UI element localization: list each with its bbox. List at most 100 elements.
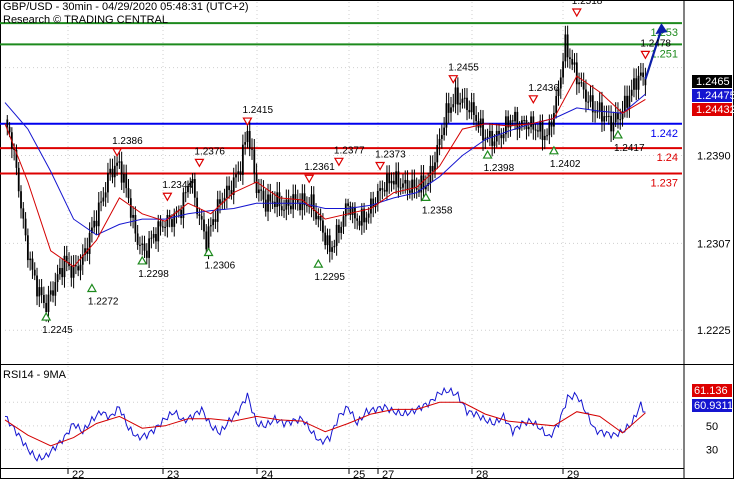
price-candle-body <box>578 82 580 85</box>
peak-marker <box>194 158 205 168</box>
price-candle-body <box>607 115 610 117</box>
price-candle-body <box>541 120 544 141</box>
price-candle-body <box>157 221 160 242</box>
price-candle-body <box>212 219 215 226</box>
price-candle-body <box>534 129 537 131</box>
price-candle-body <box>118 161 121 163</box>
price-candle-body <box>477 121 480 128</box>
price-candle-body <box>228 185 231 191</box>
price-candle-body <box>77 266 80 271</box>
price-candle-body <box>123 174 125 183</box>
price-candle-body <box>139 244 141 246</box>
price-candle-body <box>134 214 137 234</box>
price-candle-body <box>292 194 295 210</box>
price-candle-body <box>257 189 260 194</box>
price-candle-body <box>530 116 532 127</box>
price-candle-body <box>52 290 54 296</box>
price-candle-body <box>198 214 201 217</box>
price-candle-body <box>283 209 285 211</box>
price-tick-label: 1.2307 <box>697 238 731 250</box>
price-candle-body <box>260 189 263 191</box>
price-candle-body <box>47 294 50 313</box>
price-candle-body <box>548 121 551 136</box>
price-candle-body <box>338 224 340 233</box>
peak-marker <box>528 95 539 105</box>
price-candle-body <box>49 290 52 295</box>
gbpusd-chart-panel: GBP/USD - 30min - 04/29/2020 05:48:31 (U… <box>0 0 735 481</box>
price-candle-body <box>397 171 400 188</box>
price-candle-body <box>388 173 391 184</box>
price-candle-body <box>219 199 221 204</box>
trough-price-label: 1.2398 <box>484 163 515 174</box>
price-candle-body <box>164 226 167 228</box>
price-candle-body <box>301 193 304 211</box>
price-candle-body <box>253 149 256 174</box>
current-price-text: 1.2465 <box>696 76 730 88</box>
day-label: 23 <box>167 469 179 480</box>
price-candle-body <box>573 62 576 65</box>
trough-marker <box>203 247 214 257</box>
price-candle-body <box>623 95 626 112</box>
trough-marker <box>313 258 324 268</box>
price-candle-body <box>411 179 414 193</box>
price-candle-body <box>543 135 546 141</box>
peak-price-label: 1.2415 <box>242 105 273 116</box>
price-candle-body <box>367 213 370 218</box>
price-candle-body <box>239 171 242 175</box>
price-candle-body <box>639 72 642 76</box>
price-candle-body <box>610 115 612 132</box>
price-candle-body <box>180 209 183 219</box>
price-candle-body <box>495 130 498 142</box>
peak-price-label: 1.2361 <box>304 162 335 173</box>
price-candle-body <box>564 34 567 62</box>
price-candle-body <box>601 102 603 122</box>
price-candle-body <box>237 171 240 175</box>
price-candle-body <box>463 97 466 99</box>
price-candle-body <box>6 119 9 127</box>
price-candle-body <box>614 112 617 123</box>
price-candle-body <box>633 78 635 90</box>
rsi-current-text: 60.9311 <box>694 400 733 412</box>
price-candle-body <box>580 82 583 84</box>
price-candle-body <box>523 120 526 122</box>
price-candle-body <box>104 192 107 198</box>
trough-marker <box>41 311 52 321</box>
price-candle-body <box>365 217 368 223</box>
price-candle-body <box>38 287 41 297</box>
price-candle-body <box>372 198 375 208</box>
price-candle-body <box>173 213 176 227</box>
price-candle-body <box>322 220 324 233</box>
chart-svg: 1.23901.23071.222522 23 24 25 27 28 291.2531.2… <box>0 0 735 481</box>
peak-marker <box>448 75 459 84</box>
key-level-label: 1.24 <box>657 152 678 164</box>
price-candle-body <box>36 275 38 297</box>
price-candle-body <box>155 233 157 242</box>
peak-marker <box>304 174 315 184</box>
price-candle-body <box>562 61 564 78</box>
price-candle-body <box>502 134 505 139</box>
price-candle-body <box>241 144 244 175</box>
price-candle-body <box>31 258 34 270</box>
price-candle-body <box>276 192 279 207</box>
price-candle-body <box>333 245 336 248</box>
rsi-current-text: 61.136 <box>694 385 728 397</box>
trough-price-label: 1.2358 <box>422 205 453 216</box>
price-candle-body <box>264 199 267 212</box>
price-candle-body <box>642 72 645 78</box>
price-candle-body <box>24 218 27 236</box>
price-candle-body <box>553 112 555 127</box>
price-candle-body <box>603 116 606 122</box>
price-candle-body <box>143 243 146 251</box>
price-candle-body <box>450 107 452 113</box>
price-candle-body <box>209 225 212 227</box>
price-candle-body <box>516 111 519 130</box>
price-candle-body <box>79 264 82 271</box>
price-candle-body <box>569 57 571 59</box>
price-candle-body <box>22 208 25 219</box>
peak-marker <box>112 148 123 157</box>
price-candle-body <box>97 202 100 227</box>
price-candle-body <box>598 102 601 112</box>
price-candle-body <box>148 238 150 258</box>
day-label: 22 <box>72 469 84 480</box>
price-candle-body <box>587 101 590 103</box>
